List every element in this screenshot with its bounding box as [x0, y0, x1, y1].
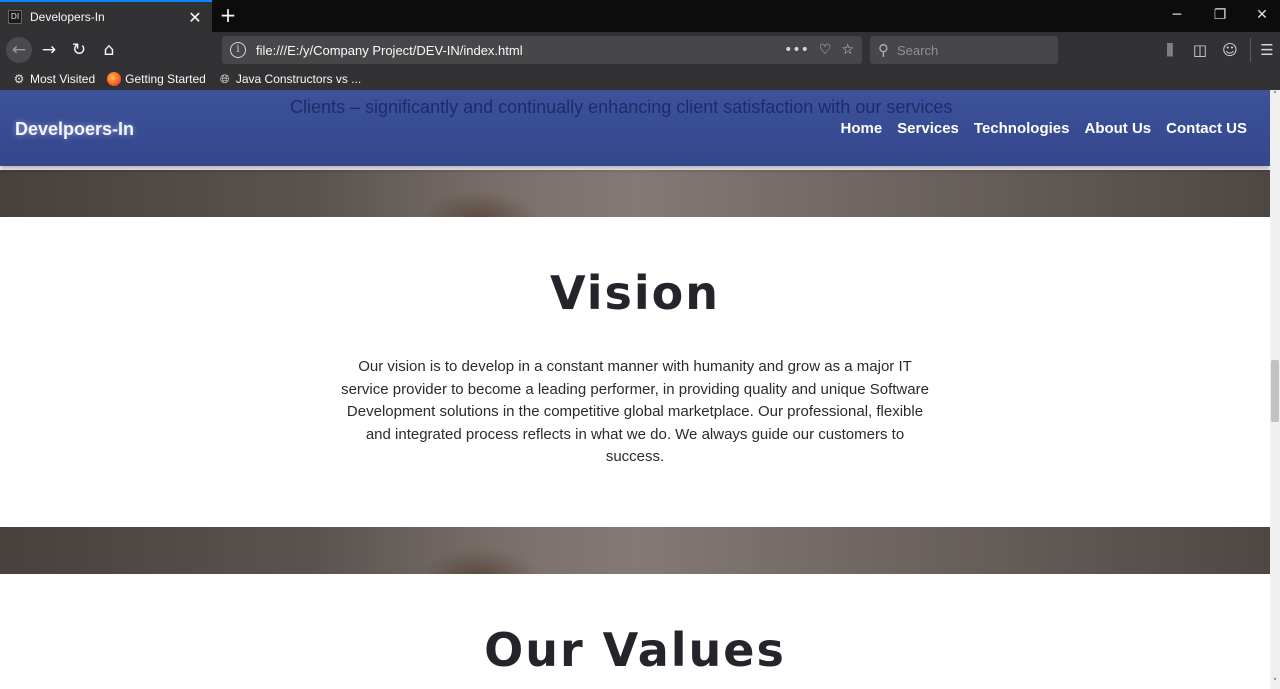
browser-tab[interactable]: DI Developers-In ✕	[0, 0, 212, 32]
close-window-icon[interactable]: ✕	[1240, 0, 1280, 32]
new-tab-button[interactable]: +	[216, 4, 240, 28]
library-icon[interactable]: ⫼	[1159, 41, 1181, 59]
bookmark-getting-started[interactable]: Getting Started	[107, 72, 206, 86]
nav-services[interactable]: Services	[897, 120, 959, 137]
globe-icon: 🌐︎	[220, 72, 230, 86]
url-text[interactable]: file:///E:/y/Company Project/DEV-IN/inde…	[256, 43, 774, 58]
scroll-down-arrow-icon[interactable]: ˅	[1270, 677, 1280, 689]
navigation-toolbar: ← → ↻ ⌂ i file:///E:/y/Company Project/D…	[0, 32, 1280, 68]
site-nav: Home Services Technologies About Us Cont…	[825, 120, 1247, 137]
firefox-icon	[107, 72, 122, 86]
page-actions-icon[interactable]: •••	[784, 42, 809, 58]
bookmark-label: Most Visited	[30, 72, 96, 86]
bookmark-most-visited[interactable]: ⚙ Most Visited	[12, 72, 96, 86]
scroll-up-arrow-icon[interactable]: ˄	[1270, 90, 1280, 102]
parallax-banner-image	[0, 170, 1270, 217]
bookmark-java-constructors[interactable]: 🌐︎ Java Constructors vs ...	[218, 72, 361, 86]
reload-button[interactable]: ↻	[66, 37, 92, 63]
home-button[interactable]: ⌂	[96, 37, 122, 63]
sidebar-icon[interactable]: ◫	[1189, 41, 1211, 59]
tab-favicon-icon: DI	[8, 10, 22, 24]
nav-about-us[interactable]: About Us	[1084, 120, 1151, 137]
search-icon: ⚲	[878, 41, 889, 59]
bookmarks-toolbar: ⚙ Most Visited Getting Started 🌐︎ Java C…	[0, 68, 1280, 90]
search-input[interactable]	[895, 41, 1035, 59]
page-scrollbar[interactable]: ˄ ˅	[1270, 90, 1280, 689]
scroll-thumb[interactable]	[1271, 360, 1279, 422]
tab-strip: DI Developers-In ✕ + ─ ❐ ✕	[0, 0, 1280, 32]
site-header: Clients – significantly and continually …	[0, 90, 1270, 166]
menu-icon[interactable]: ☰	[1256, 41, 1278, 59]
back-button[interactable]: ←	[6, 37, 32, 63]
gear-icon: ⚙	[13, 72, 25, 86]
bookmark-label: Java Constructors vs ...	[235, 72, 362, 86]
page-viewport: Clients – significantly and continually …	[0, 90, 1270, 689]
account-icon[interactable]: ☺	[1219, 41, 1241, 59]
parallax-banner-image	[0, 527, 1270, 574]
bookmark-label: Getting Started	[125, 72, 206, 86]
site-logo[interactable]: Develpoers-In	[15, 119, 134, 140]
site-info-icon[interactable]: i	[230, 42, 246, 58]
marquee-text: Clients – significantly and continually …	[290, 97, 953, 117]
nav-technologies[interactable]: Technologies	[974, 120, 1070, 137]
forward-button[interactable]: →	[36, 37, 62, 63]
nav-home[interactable]: Home	[840, 120, 882, 137]
address-bar[interactable]: i file:///E:/y/Company Project/DEV-IN/in…	[222, 36, 862, 64]
search-bar[interactable]: ⚲	[870, 36, 1058, 64]
close-tab-icon[interactable]: ✕	[186, 8, 204, 27]
nav-contact-us[interactable]: Contact US	[1166, 120, 1247, 137]
pocket-icon[interactable]: ♡	[819, 42, 832, 58]
values-heading: Our Values	[484, 623, 786, 677]
vision-heading: Vision	[549, 266, 721, 320]
vision-paragraph: Our vision is to develop in a constant m…	[341, 358, 929, 466]
restore-icon[interactable]: ❐	[1198, 0, 1242, 32]
toolbar-separator	[1250, 38, 1251, 62]
tab-title: Developers-In	[30, 10, 105, 24]
minimize-icon[interactable]: ─	[1155, 0, 1199, 32]
bookmark-star-icon[interactable]: ☆	[841, 42, 854, 58]
